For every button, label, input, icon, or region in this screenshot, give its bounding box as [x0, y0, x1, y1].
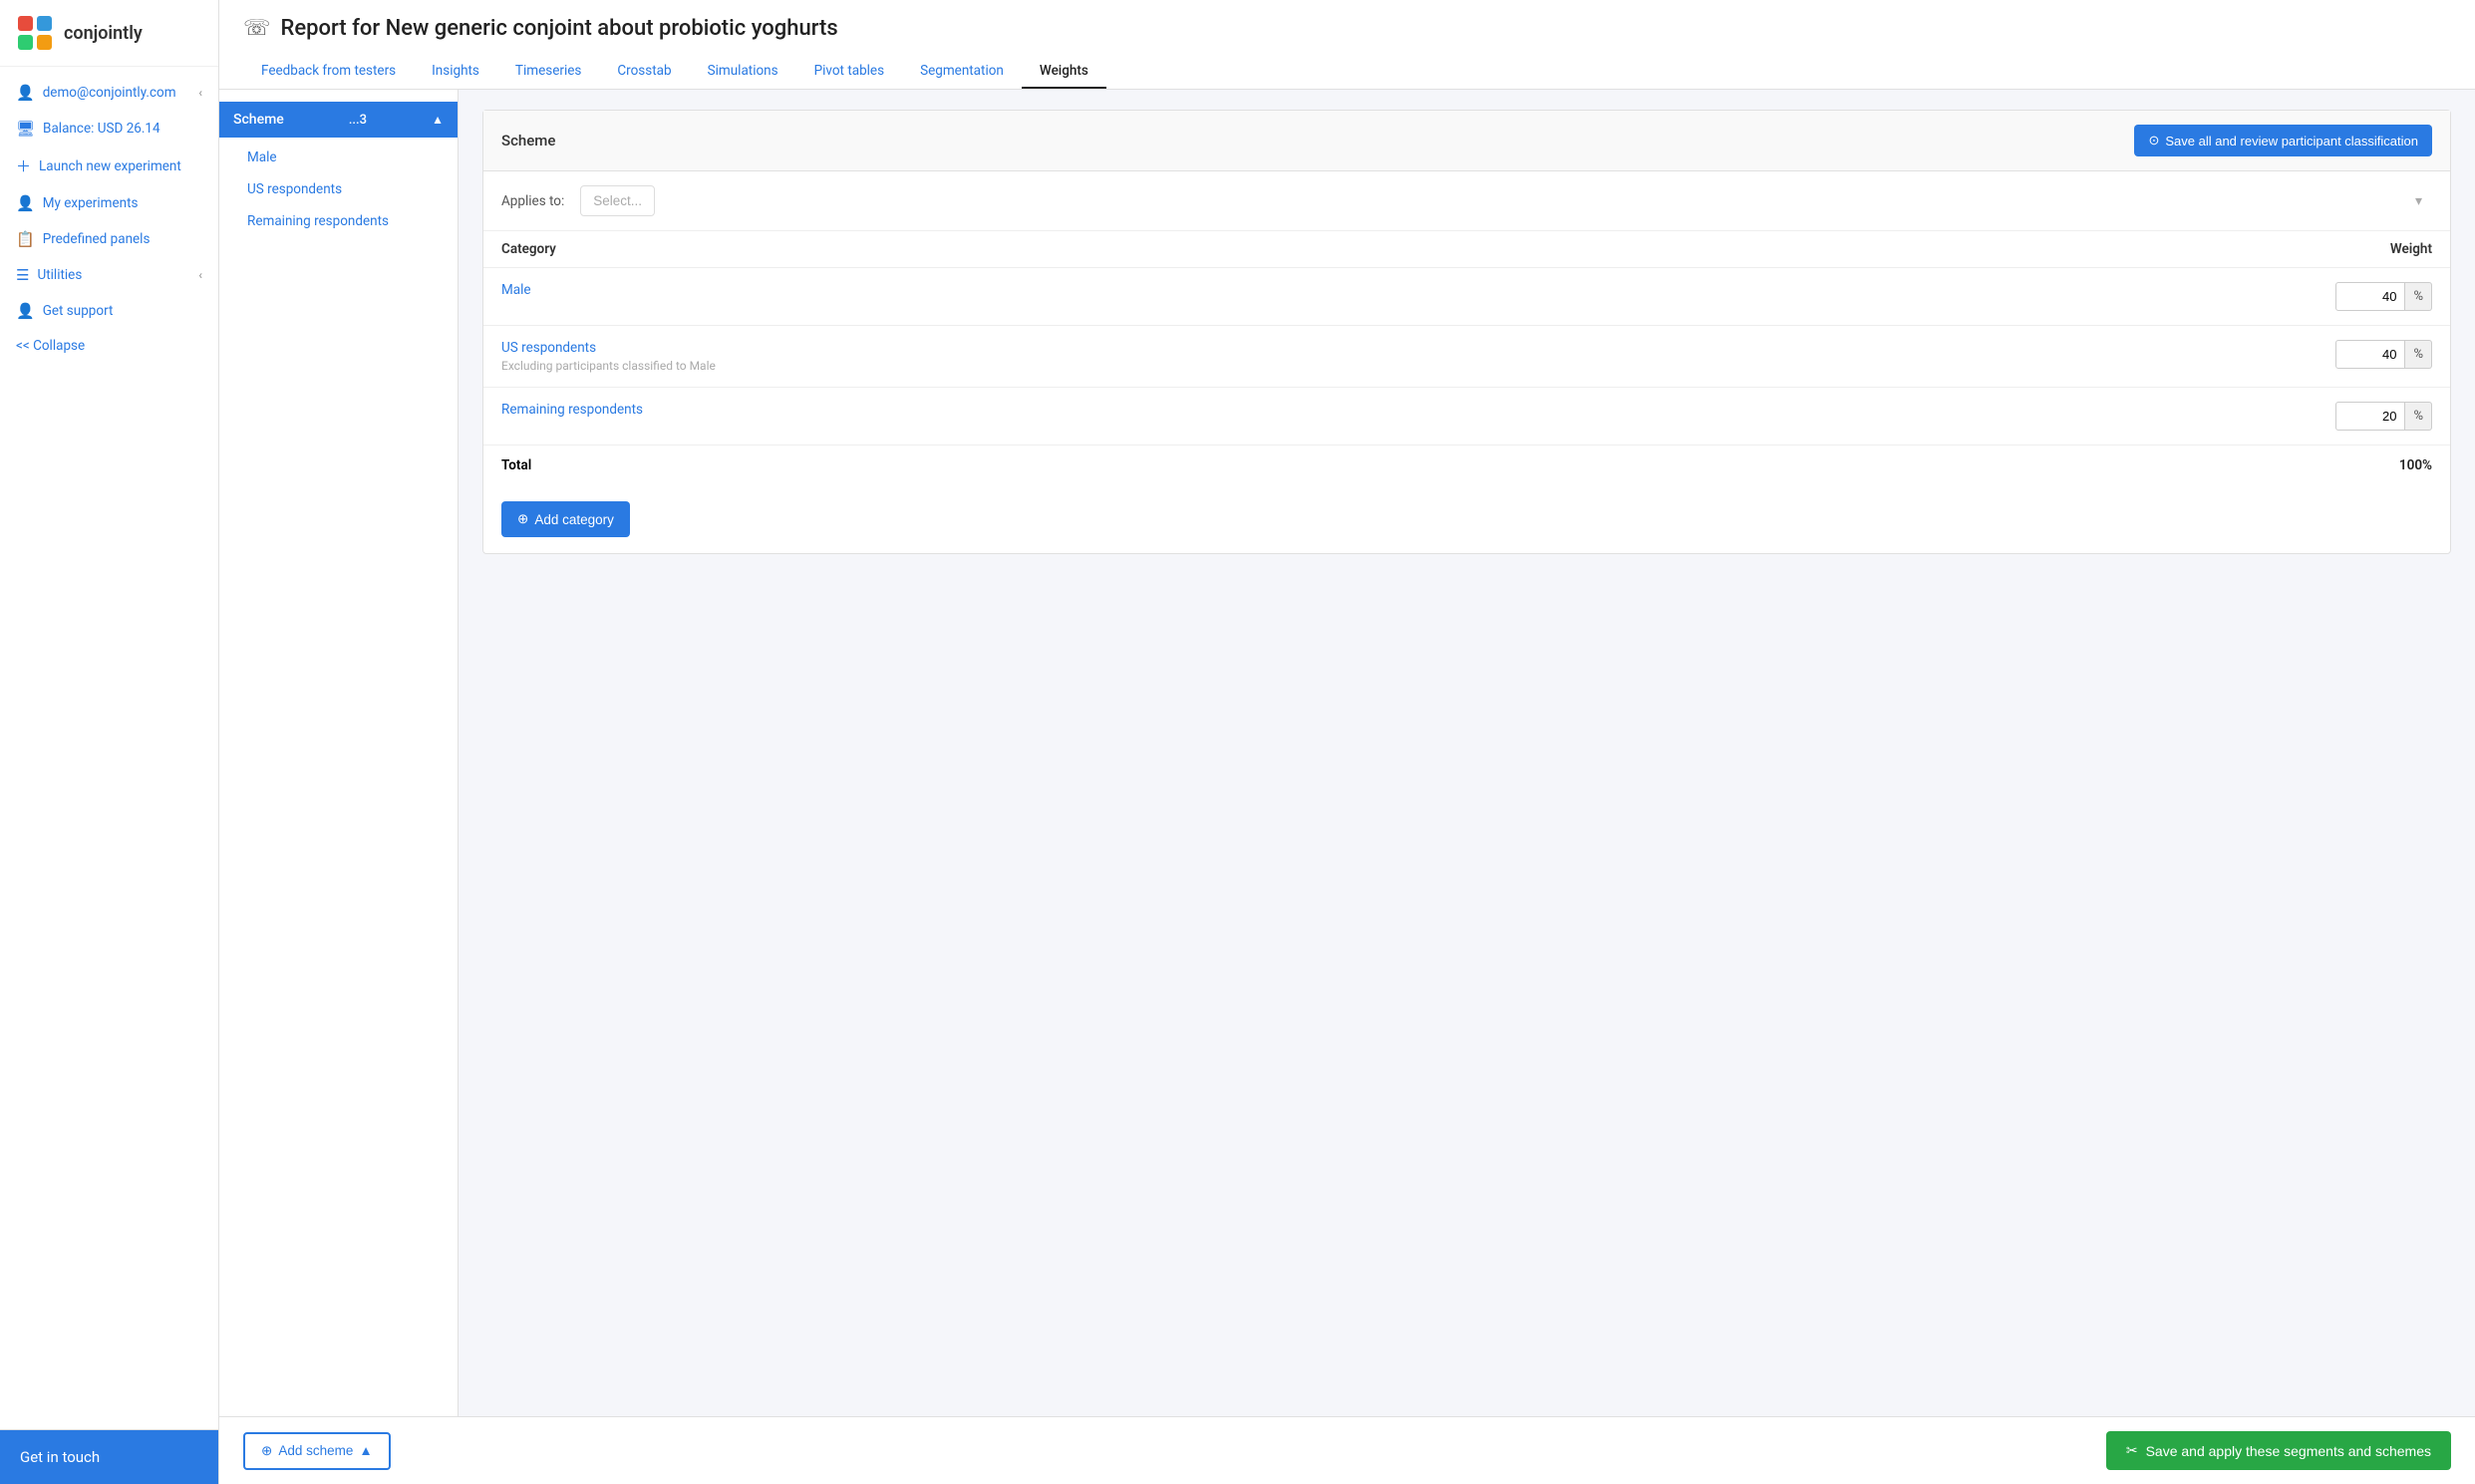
scheme-sub-items: MaleUS respondentsRemaining respondents — [219, 142, 458, 237]
page-title: Report for New generic conjoint about pr… — [281, 16, 838, 41]
category-name: Remaining respondents — [501, 402, 1752, 418]
weight-input[interactable] — [2335, 282, 2405, 311]
save-all-label: Save all and review participant classifi… — [2165, 134, 2418, 148]
utilities-chevron: ‹ — [198, 268, 202, 282]
panel-card-title: Scheme — [501, 132, 555, 149]
add-scheme-label: Add scheme — [278, 1443, 353, 1458]
save-all-button[interactable]: ⊙ Save all and review participant classi… — [2134, 125, 2432, 156]
applies-label: Applies to: — [501, 193, 564, 209]
category-name: Male — [501, 282, 1752, 298]
tab-simulations[interactable]: Simulations — [690, 55, 796, 89]
weight-col-header: Weight — [1770, 231, 2450, 268]
sidebar: conjointly 👤 demo@conjointly.com ‹ 🖥 Bal… — [0, 0, 219, 1484]
collapse-label: << Collapse — [16, 338, 85, 354]
table-row: Male% — [483, 268, 2450, 326]
save-apply-label: Save and apply these segments and scheme… — [2146, 1443, 2431, 1459]
category-col-header: Category — [483, 231, 1770, 268]
tab-segmentation[interactable]: Segmentation — [902, 55, 1022, 89]
get-in-touch-button[interactable]: Get in touch — [0, 1430, 218, 1484]
scheme-sub-item-us-respondents[interactable]: US respondents — [219, 173, 458, 205]
scheme-label: Scheme — [233, 112, 284, 128]
percent-badge: % — [2405, 402, 2432, 431]
percent-badge: % — [2405, 340, 2432, 369]
total-row: Total 100% — [483, 445, 2450, 486]
tab-weights[interactable]: Weights — [1022, 55, 1106, 89]
add-category-label: Add category — [534, 512, 614, 527]
save-apply-button[interactable]: ✂ Save and apply these segments and sche… — [2106, 1431, 2451, 1470]
weight-input[interactable] — [2335, 340, 2405, 369]
scheme-sub-item-remaining-respondents[interactable]: Remaining respondents — [219, 205, 458, 237]
sidebar-item-user[interactable]: 👤 demo@conjointly.com ‹ — [0, 75, 218, 111]
user-email: demo@conjointly.com — [43, 85, 176, 101]
scheme-sidebar: Scheme ...3 ▲ MaleUS respondentsRemainin… — [219, 90, 459, 1416]
table-row: Remaining respondents% — [483, 388, 2450, 445]
table-row: US respondents Excluding participants cla… — [483, 326, 2450, 388]
total-label: Total — [483, 445, 1770, 486]
category-table: Category Weight Male% US respondents Exclu… — [483, 231, 2450, 485]
add-category-button[interactable]: ⊕ Add category — [501, 501, 630, 537]
add-scheme-icon: ⊕ — [261, 1443, 272, 1459]
applies-select-wrapper: Select... — [580, 185, 2432, 216]
plus-icon: ＋ — [16, 155, 31, 176]
category-sub: Excluding participants classified to Mal… — [501, 359, 1752, 373]
tab-insights[interactable]: Insights — [414, 55, 497, 89]
tab-feedback-from-testers[interactable]: Feedback from testers — [243, 55, 414, 89]
balance-icon: 🖥 — [16, 120, 35, 138]
add-category-icon: ⊕ — [517, 511, 528, 527]
scheme-header[interactable]: Scheme ...3 ▲ — [219, 102, 458, 138]
chevron-icon: ‹ — [198, 86, 202, 100]
panel-card: Scheme ⊙ Save all and review participant… — [482, 110, 2451, 554]
page-title-icon: ☏ — [243, 16, 271, 41]
percent-badge: % — [2405, 282, 2432, 311]
scheme-chevron-icon: ▲ — [432, 113, 444, 127]
utilities-label: Utilities — [37, 267, 82, 283]
panels-icon: 📋 — [16, 230, 35, 248]
tab-crosstab[interactable]: Crosstab — [599, 55, 689, 89]
scheme-badge: ...3 — [349, 113, 367, 128]
logo-icon — [16, 14, 54, 52]
tab-timeseries[interactable]: Timeseries — [497, 55, 599, 89]
panel-card-header: Scheme ⊙ Save all and review participant… — [483, 111, 2450, 171]
balance-label: Balance: USD 26.14 — [43, 121, 160, 137]
sidebar-footer: Get in touch — [0, 1429, 218, 1484]
sidebar-item-balance[interactable]: 🖥 Balance: USD 26.14 — [0, 111, 218, 147]
tabs-bar: Feedback from testersInsightsTimeseriesC… — [243, 55, 2451, 89]
sidebar-item-collapse[interactable]: << Collapse — [0, 329, 218, 363]
utilities-icon: ☰ — [16, 266, 29, 284]
get-support-label: Get support — [43, 303, 114, 319]
support-icon: 👤 — [16, 302, 35, 320]
category-name: US respondents — [501, 340, 1752, 356]
logo-text: conjointly — [64, 23, 143, 44]
category-tbody: Male% US respondents Excluding participant… — [483, 268, 2450, 445]
sidebar-item-utilities[interactable]: ☰ Utilities ‹ — [0, 257, 218, 293]
page-header: ☏ Report for New generic conjoint about … — [219, 0, 2475, 90]
save-apply-icon: ✂ — [2126, 1442, 2138, 1459]
save-icon: ⊙ — [2148, 133, 2159, 148]
sidebar-item-support[interactable]: 👤 Get support — [0, 293, 218, 329]
launch-label: Launch new experiment — [39, 158, 181, 174]
weight-input[interactable] — [2335, 402, 2405, 431]
main-panel: Scheme ⊙ Save all and review participant… — [459, 90, 2475, 1416]
add-scheme-button[interactable]: ⊕ Add scheme ▲ — [243, 1432, 391, 1470]
experiments-icon: 👤 — [16, 194, 35, 212]
predefined-panels-label: Predefined panels — [43, 231, 151, 247]
sidebar-item-experiments[interactable]: 👤 My experiments — [0, 185, 218, 221]
my-experiments-label: My experiments — [43, 195, 139, 211]
footer-bar: ⊕ Add scheme ▲ ✂ Save and apply these se… — [219, 1416, 2475, 1484]
user-icon: 👤 — [16, 84, 35, 102]
sidebar-item-panels[interactable]: 📋 Predefined panels — [0, 221, 218, 257]
get-in-touch-label: Get in touch — [20, 1448, 100, 1466]
applies-select[interactable]: Select... — [580, 185, 655, 216]
total-value: 100% — [1770, 445, 2450, 486]
sidebar-logo: conjointly — [0, 0, 218, 67]
applies-row: Applies to: Select... — [483, 171, 2450, 231]
main-area: ☏ Report for New generic conjoint about … — [219, 0, 2475, 1484]
add-scheme-dropdown-icon: ▲ — [359, 1443, 372, 1458]
page-title-row: ☏ Report for New generic conjoint about … — [243, 16, 2451, 41]
sidebar-item-launch[interactable]: ＋ Launch new experiment — [0, 147, 218, 185]
tab-pivot-tables[interactable]: Pivot tables — [796, 55, 902, 89]
scheme-sub-item-male[interactable]: Male — [219, 142, 458, 173]
content-area: Scheme ...3 ▲ MaleUS respondentsRemainin… — [219, 90, 2475, 1416]
sidebar-nav: 👤 demo@conjointly.com ‹ 🖥 Balance: USD 2… — [0, 67, 218, 1429]
